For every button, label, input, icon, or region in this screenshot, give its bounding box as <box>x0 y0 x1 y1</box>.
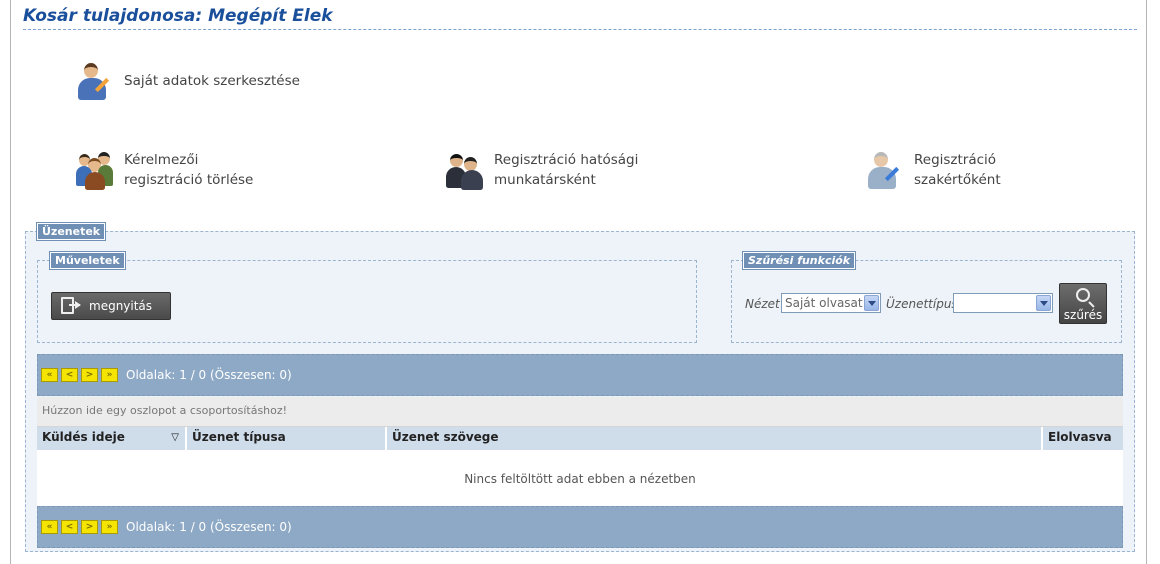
messages-legend: Üzenetek <box>35 222 107 241</box>
operations-legend: Műveletek <box>49 251 126 270</box>
frame-left-border <box>10 0 11 564</box>
view-label: Nézet <box>745 297 780 311</box>
edit-own-data-link[interactable]: Saját adatok szerkesztése <box>76 61 300 101</box>
authority-registration-link[interactable]: Regisztráció hatósági munkatársként <box>446 150 638 190</box>
delete-registration-line2: regisztráció törlése <box>124 172 254 188</box>
view-select-value: Saját olvasat <box>785 296 863 310</box>
search-icon <box>1076 288 1090 302</box>
open-button[interactable]: megnyitás <box>51 292 171 320</box>
column-header-read[interactable]: Elolvasva <box>1043 427 1123 450</box>
first-page-button[interactable]: « <box>41 368 58 382</box>
group-by-drop-area[interactable]: Húzzon ide egy oszlopot a csoportosításh… <box>37 397 1123 427</box>
expert-registration-label: Regisztráció szakértőként <box>914 150 1001 190</box>
delete-registration-line1: Kérelmezői <box>124 152 199 168</box>
officials-icon <box>446 150 484 190</box>
edit-own-data-label: Saját adatok szerkesztése <box>124 73 300 89</box>
column-header-sent[interactable]: Küldés ideje ▽ <box>37 427 187 450</box>
expert-registration-line1: Regisztráció <box>914 152 997 168</box>
expert-registration-link[interactable]: Regisztráció szakértőként <box>866 150 1001 190</box>
expert-registration-line2: szakértőként <box>914 172 1001 188</box>
next-page-button[interactable]: > <box>81 520 98 534</box>
delete-applicant-registration-label: Kérelmezői regisztráció törlése <box>124 150 253 190</box>
message-type-select[interactable] <box>953 293 1053 313</box>
authority-registration-label: Regisztráció hatósági munkatársként <box>494 150 638 190</box>
pager-info: Oldalak: 1 / 0 (Összesen: 0) <box>126 368 292 382</box>
last-page-button[interactable]: » <box>101 368 118 382</box>
filter-search-label: szűrés <box>1063 308 1103 322</box>
first-page-button[interactable]: « <box>41 520 58 534</box>
open-button-label: megnyitás <box>89 299 153 313</box>
user-edit-icon <box>76 61 114 101</box>
next-page-button[interactable]: > <box>81 368 98 382</box>
view-select[interactable]: Saját olvasat <box>781 293 881 313</box>
open-document-icon <box>60 297 82 315</box>
pager-bottom: « < > » Oldalak: 1 / 0 (Összesen: 0) <box>37 506 1123 548</box>
delete-applicant-registration-link[interactable]: Kérelmezői regisztráció törlése <box>76 150 253 190</box>
column-sent-label: Küldés ideje <box>42 430 125 444</box>
group-users-icon <box>76 150 114 190</box>
filter-legend: Szűrési funkciók <box>741 251 857 270</box>
message-type-label: Üzenettípus <box>886 297 958 311</box>
grid-header: Küldés ideje ▽ Üzenet típusa Üzenet szöv… <box>37 427 1123 450</box>
chevron-down-icon[interactable] <box>1036 295 1051 311</box>
title-divider <box>23 29 1137 30</box>
last-page-button[interactable]: » <box>101 520 118 534</box>
column-header-type[interactable]: Üzenet típusa <box>187 427 387 450</box>
filter-search-button[interactable]: szűrés <box>1059 283 1107 324</box>
prev-page-button[interactable]: < <box>61 368 78 382</box>
prev-page-button[interactable]: < <box>61 520 78 534</box>
frame-right-border <box>1146 0 1147 564</box>
chevron-down-icon[interactable] <box>864 295 879 311</box>
authority-registration-line1: Regisztráció hatósági <box>494 152 639 168</box>
pager-info: Oldalak: 1 / 0 (Összesen: 0) <box>126 520 292 534</box>
empty-grid-message: Nincs feltöltött adat ebben a nézetben <box>37 450 1123 507</box>
expert-user-icon <box>866 150 904 190</box>
pager-top: « < > » Oldalak: 1 / 0 (Összesen: 0) <box>37 354 1123 396</box>
page-title: Kosár tulajdonosa: Megépít Elek <box>23 6 333 26</box>
column-header-text[interactable]: Üzenet szövege <box>387 427 1043 450</box>
authority-registration-line2: munkatársként <box>494 172 596 188</box>
filter-icon[interactable]: ▽ <box>171 432 179 443</box>
